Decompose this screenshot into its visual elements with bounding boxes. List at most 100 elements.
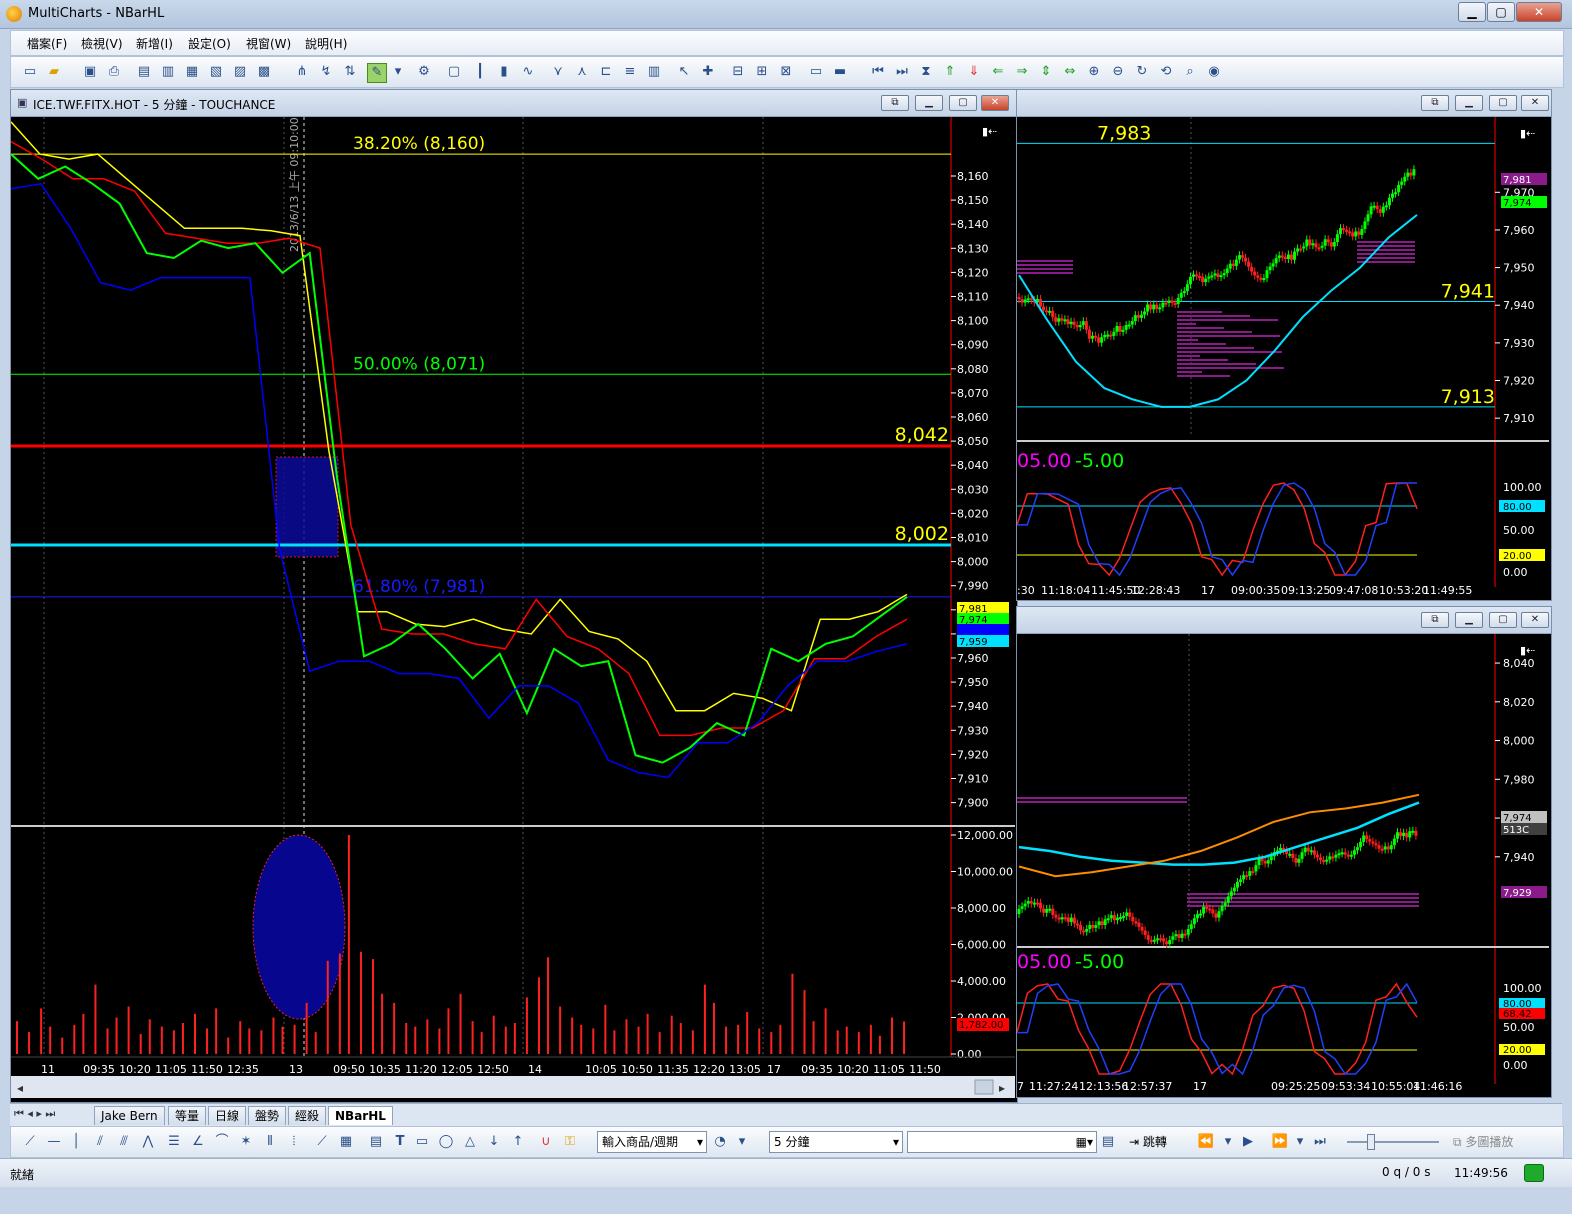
point-figure-icon[interactable]: ⋎ [549, 63, 567, 81]
drawing-dropdown-icon[interactable]: ▾ [389, 63, 407, 81]
main-hscroll[interactable] [11, 1076, 1015, 1098]
chevron-down-icon[interactable]: ▾ [1291, 1133, 1309, 1151]
chart-window-icon[interactable]: ▤ [135, 63, 153, 81]
status-line-icon[interactable]: ▬ [831, 63, 849, 81]
time-sales-icon[interactable]: ▧ [207, 63, 225, 81]
tab-kill[interactable]: 經殺 [288, 1106, 327, 1125]
scroll-right-icon[interactable]: ⏭ [893, 63, 911, 81]
volume-icon[interactable]: ▥ [645, 63, 663, 81]
axis-scroll-icon[interactable]: ▮⇠ [1520, 127, 1535, 140]
crosshair-icon[interactable]: ✚ [699, 63, 717, 81]
magnify-icon[interactable]: ⌕ [1181, 63, 1199, 81]
scroll-thumb[interactable] [974, 1079, 994, 1095]
menu-view[interactable]: 檢視(V) [81, 35, 123, 52]
zoom-in-icon[interactable]: ⊕ [1085, 63, 1103, 81]
portfolio-icon[interactable]: ▨ [231, 63, 249, 81]
tab-nbarhl[interactable]: NBarHL [328, 1106, 393, 1125]
dom-icon[interactable]: ▦ [183, 63, 201, 81]
data-window-icon[interactable]: ▭ [807, 63, 825, 81]
new-chart-icon[interactable]: ▭ [21, 63, 39, 81]
tab-equal-volume[interactable]: 等量 [168, 1106, 207, 1125]
chevron-down-icon[interactable]: ▾ [733, 1133, 751, 1151]
chevron-down-icon[interactable]: ▾ [1219, 1133, 1237, 1151]
bar-chart-icon[interactable]: ┃ [471, 63, 489, 81]
axis-scroll-icon[interactable]: ▮⇠ [982, 125, 997, 138]
trendline-icon[interactable]: ⟋ [21, 1133, 39, 1151]
gann-icon[interactable]: ✶ [237, 1133, 255, 1151]
move-right-icon[interactable]: ⇒ [1013, 63, 1031, 81]
chart-close-icon[interactable]: ✕ [1521, 95, 1549, 111]
speed-slider[interactable] [1347, 1141, 1439, 1143]
renko-icon[interactable]: ⋏ [573, 63, 591, 81]
vertical-line-icon[interactable]: │ [67, 1133, 85, 1151]
arrow-up-icon[interactable]: ⇑ [941, 63, 959, 81]
tab-market[interactable]: 盤勢 [248, 1106, 287, 1125]
chart-restore-icon[interactable]: ⧉ [1421, 612, 1449, 628]
arrow-down-icon[interactable]: ⇓ [965, 63, 983, 81]
play-back-icon[interactable]: ⏪ [1197, 1133, 1215, 1151]
save-icon[interactable]: ▣ [81, 63, 99, 81]
maximize-button[interactable]: ▢ [1487, 2, 1515, 22]
arrow-up-icon[interactable]: ↑ [509, 1133, 527, 1151]
globe-icon[interactable]: ◔ [711, 1133, 729, 1151]
chart-minimize-icon[interactable]: ▁ [915, 95, 943, 111]
indicator-icon[interactable]: ⋔ [293, 63, 311, 81]
report-icon[interactable]: ▩ [255, 63, 273, 81]
strategy-icon[interactable]: ↯ [317, 63, 335, 81]
multi-play-button[interactable]: ⧉ 多圖播放 [1453, 1133, 1513, 1150]
right-top-chart-canvas[interactable]: 7,9837,9417,913 7,9707,9607,9507,9407,93… [1017, 117, 1549, 600]
triangle-icon[interactable]: △ [461, 1133, 479, 1151]
lock-icon[interactable]: ⚿ [561, 1133, 579, 1151]
scroll-left-arrow-icon[interactable]: ◂ [17, 1081, 23, 1095]
menu-settings[interactable]: 設定(O) [188, 35, 231, 52]
menu-help[interactable]: 說明(H) [305, 35, 347, 52]
candlestick-icon[interactable]: ▮ [495, 63, 513, 81]
time-zone-icon[interactable]: ⦙ [285, 1133, 303, 1151]
expand-icon[interactable]: ⇕ [1037, 63, 1055, 81]
replay-icon[interactable]: ⟲ [1157, 63, 1175, 81]
chart-settings-icon[interactable]: ▢ [445, 63, 463, 81]
chart-minimize-icon[interactable]: ▁ [1455, 95, 1483, 111]
main-chart-window[interactable]: ▣ ICE.TWF.FITX.HOT - 5 分鐘 - TOUCHANCE ⧉ … [10, 89, 1018, 1103]
chart-restore-icon[interactable]: ⧉ [881, 95, 909, 111]
speed-slider-thumb[interactable] [1367, 1134, 1375, 1150]
grid-icon[interactable]: ▦ [337, 1133, 355, 1151]
calendar-icon[interactable]: ▤ [1099, 1133, 1117, 1151]
chart-maximize-icon[interactable]: ▢ [949, 95, 977, 111]
tab-daily[interactable]: 日線 [208, 1106, 247, 1125]
ellipse-icon[interactable]: ◯ [437, 1133, 455, 1151]
drawing-mode-icon[interactable]: ✎ [367, 63, 387, 83]
print-icon[interactable]: ⎙ [105, 63, 123, 81]
eye-icon[interactable]: ◉ [1205, 63, 1223, 81]
right-top-chart-window[interactable]: ⧉ ▁ ▢ ✕ 7,983 7,941 7,913 7,970 7,960 7,950 7… [1016, 89, 1552, 601]
chart-close-icon[interactable]: ✕ [981, 95, 1009, 111]
scroll-left-icon[interactable]: ⏮ [869, 63, 887, 81]
format-icon[interactable]: ⚙ [415, 63, 433, 81]
fib-arc-icon[interactable]: ⌒ [213, 1133, 231, 1151]
open-folder-icon[interactable]: ▰ [45, 63, 63, 81]
chart-maximize-icon[interactable]: ▢ [1489, 95, 1517, 111]
step-end-icon[interactable]: ⏭ [1311, 1133, 1329, 1151]
symbol-input[interactable]: 輸入商品/週期 ▾ [597, 1131, 707, 1153]
chart-minimize-icon[interactable]: ▁ [1455, 612, 1483, 628]
refresh-icon[interactable]: ↻ [1133, 63, 1151, 81]
jump-button[interactable]: ⇥ 跳轉 [1129, 1133, 1167, 1150]
fib-retrace-icon[interactable]: ☰ [165, 1133, 183, 1151]
play-forward-icon[interactable]: ⏩ [1271, 1133, 1289, 1151]
kagi-icon[interactable]: ⊏ [597, 63, 615, 81]
hourglass-icon[interactable]: ⧗ [917, 63, 935, 81]
window-tile-icon[interactable]: ⊟ [729, 63, 747, 81]
regression-icon[interactable]: ⟋ [313, 1133, 331, 1151]
text-box-icon[interactable]: ▤ [367, 1133, 385, 1151]
parallel-icon[interactable]: ⫻ [115, 1133, 133, 1151]
tab-jake-bern[interactable]: Jake Bern [94, 1106, 165, 1125]
channel-icon[interactable]: ⫽ [91, 1133, 109, 1151]
menu-insert[interactable]: 新增(I) [136, 35, 173, 52]
tab-first-icon[interactable]: ⏮ ◂ ▸ ⏭ [14, 1107, 55, 1121]
fan-icon[interactable]: ⋀ [139, 1133, 157, 1151]
date-input[interactable]: ▦▾ [907, 1131, 1097, 1153]
chart-restore-icon[interactable]: ⧉ [1421, 95, 1449, 111]
rectangle-icon[interactable]: ▭ [413, 1133, 431, 1151]
zoom-out-icon[interactable]: ⊖ [1109, 63, 1127, 81]
horizontal-line-icon[interactable]: — [45, 1133, 63, 1151]
